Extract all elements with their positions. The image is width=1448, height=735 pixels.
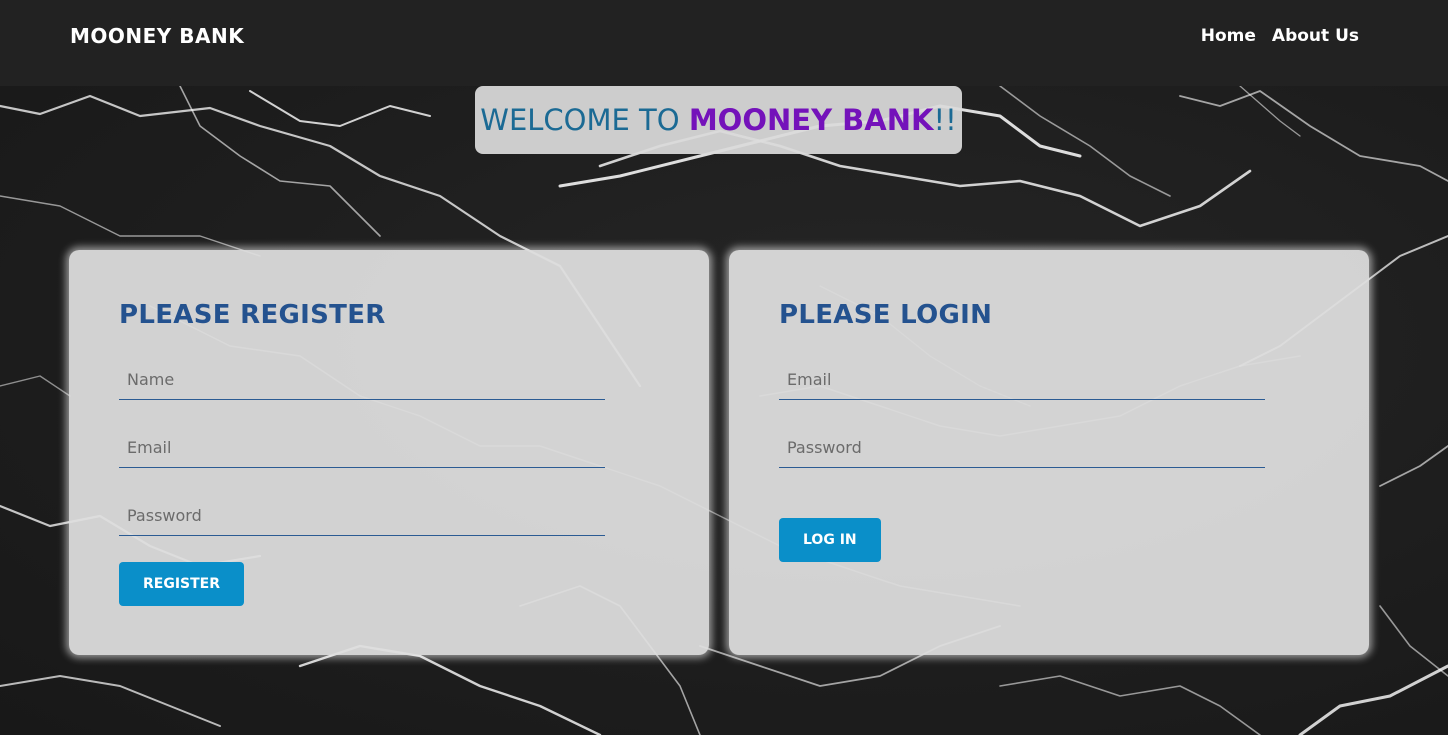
register-card: PLEASE REGISTER REGISTER — [69, 250, 709, 655]
login-password-input[interactable] — [779, 428, 1265, 468]
welcome-prefix: WELCOME TO — [480, 103, 689, 137]
nav-link-about-us[interactable]: About Us — [1272, 26, 1359, 46]
register-password-input[interactable] — [119, 496, 605, 536]
welcome-suffix: !! — [933, 103, 957, 137]
login-button[interactable]: LOG IN — [779, 518, 881, 562]
register-button[interactable]: REGISTER — [119, 562, 245, 606]
brand-logo[interactable]: MOONEY BANK — [70, 24, 244, 48]
welcome-bank-name: MOONEY BANK — [688, 103, 934, 137]
navbar: MOONEY BANK Home About Us — [0, 0, 1448, 86]
welcome-banner: WELCOME TO MOONEY BANK!! — [475, 86, 962, 154]
nav-link-home[interactable]: Home — [1201, 26, 1256, 46]
register-email-input[interactable] — [119, 428, 605, 468]
register-name-input[interactable] — [119, 360, 605, 400]
register-title: PLEASE REGISTER — [119, 300, 386, 330]
nav-links: Home About Us — [1201, 26, 1359, 46]
login-card: PLEASE LOGIN LOG IN — [729, 250, 1369, 655]
login-title: PLEASE LOGIN — [779, 300, 993, 330]
login-email-input[interactable] — [779, 360, 1265, 400]
